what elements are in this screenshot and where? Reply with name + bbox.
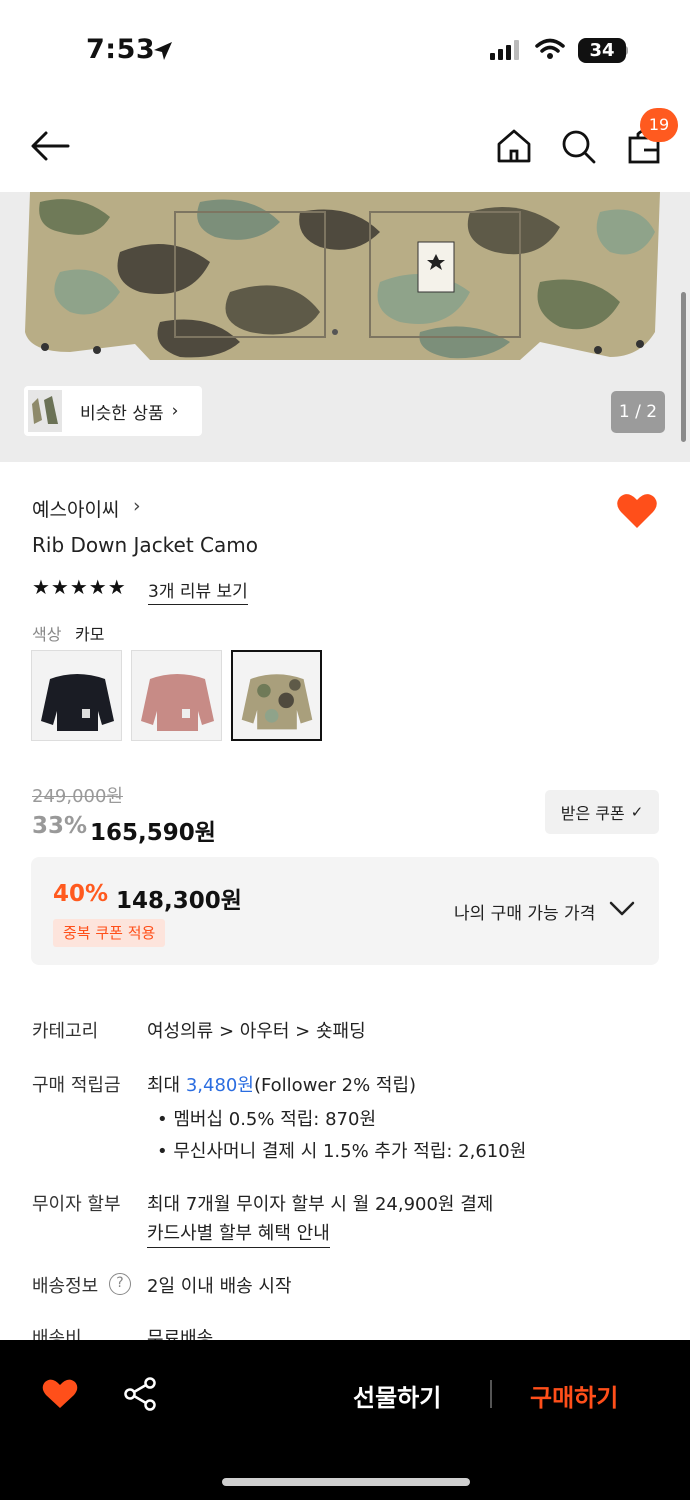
color-label: 색상 xyxy=(32,625,62,644)
points-value: 최대 3,480원(Follower 2% 적립) xyxy=(147,1071,416,1097)
status-time: 7:53 xyxy=(86,34,156,65)
review-link[interactable]: 3개 리뷰 보기 xyxy=(148,577,248,605)
points-bullet-membership: • 멤버십 0.5% 적립: 870원 xyxy=(157,1109,377,1130)
home-indicator xyxy=(222,1478,470,1486)
discount-rate: 33% xyxy=(32,813,88,839)
image-page-indicator: 1 / 2 xyxy=(611,391,665,433)
cart-count-badge: 19 xyxy=(640,108,678,142)
shipping-label: 배송정보 xyxy=(32,1276,99,1297)
received-coupon-label: 받은 쿠폰 xyxy=(560,804,625,823)
share-icon[interactable] xyxy=(123,1376,157,1412)
chevron-right-icon: › xyxy=(133,495,141,517)
color-swatch-camo[interactable] xyxy=(231,650,322,741)
similar-products-thumbnail xyxy=(28,390,62,432)
points-suffix: (Follower 2% 적립) xyxy=(253,1075,417,1096)
category-breadcrumb[interactable]: 여성의류 > 아우터 > 숏패딩 xyxy=(147,1017,366,1043)
received-coupon-button[interactable]: 받은 쿠폰 ✓ xyxy=(545,790,659,834)
installment-benefit-link[interactable]: 카드사별 할부 혜택 안내 xyxy=(147,1219,330,1248)
points-prefix: 최대 xyxy=(147,1075,186,1096)
gift-button[interactable]: 선물하기 xyxy=(353,1378,441,1413)
similar-products-button[interactable]: 비슷한 상품 › xyxy=(24,386,202,436)
my-price-link[interactable]: 나의 구매 가능 가격 xyxy=(454,899,595,924)
location-arrow-icon xyxy=(154,42,172,60)
color-swatch-pink[interactable] xyxy=(131,650,222,741)
installment-value: 최대 7개월 무이자 할부 시 월 24,900원 결제 xyxy=(147,1194,494,1215)
question-icon[interactable]: ? xyxy=(109,1273,131,1295)
points-label: 구매 적립금 xyxy=(32,1075,121,1096)
best-price-panel[interactable]: 40% 148,300원 중복 쿠폰 적용 나의 구매 가능 가격 xyxy=(31,857,659,965)
duplicate-coupon-tag: 중복 쿠폰 적용 xyxy=(53,919,166,947)
battery-cap xyxy=(624,46,628,55)
heart-icon[interactable] xyxy=(42,1378,78,1410)
check-icon: ✓ xyxy=(630,803,644,821)
product-name: Rib Down Jacket Camo xyxy=(32,533,258,557)
scroll-indicator xyxy=(681,292,686,442)
back-arrow-icon[interactable] xyxy=(28,126,72,166)
top-nav xyxy=(0,100,690,192)
brand-link[interactable]: 예스아이씨 xyxy=(32,495,119,522)
divider xyxy=(490,1380,492,1408)
buy-button[interactable]: 구매하기 xyxy=(530,1378,618,1413)
cellular-signal-icon xyxy=(490,40,519,60)
installment-label: 무이자 할부 xyxy=(32,1194,121,1215)
heart-icon[interactable] xyxy=(616,492,658,530)
battery-indicator: 34 xyxy=(578,38,626,63)
home-icon[interactable] xyxy=(494,126,534,166)
wifi-icon xyxy=(535,38,565,59)
search-icon[interactable] xyxy=(558,126,598,166)
category-label: 카테고리 xyxy=(32,1021,99,1042)
star-rating: ★★★★★ xyxy=(32,575,127,599)
status-bar: 7:53 34 xyxy=(0,0,690,100)
shipping-value: 2일 이내 배송 시작 xyxy=(147,1276,292,1297)
points-amount: 3,480원 xyxy=(185,1075,254,1096)
chevron-down-icon[interactable] xyxy=(609,901,635,917)
sale-price: 165,590원 xyxy=(90,820,216,846)
bottom-action-bar: 선물하기 구매하기 xyxy=(0,1340,690,1500)
similar-products-label: 비슷한 상품 xyxy=(80,403,164,424)
chevron-right-icon: › xyxy=(171,401,179,421)
points-bullet-money: • 무신사머니 결제 시 1.5% 추가 적립: 2,610원 xyxy=(157,1141,527,1162)
best-discount-rate: 40% xyxy=(53,881,109,907)
color-value: 카모 xyxy=(75,625,105,644)
color-swatch-black[interactable] xyxy=(31,650,122,741)
original-price: 249,000원 xyxy=(32,786,123,807)
best-price: 148,300원 xyxy=(116,888,242,914)
product-image-gallery[interactable]: 비슷한 상품 › 1 / 2 xyxy=(0,192,690,462)
